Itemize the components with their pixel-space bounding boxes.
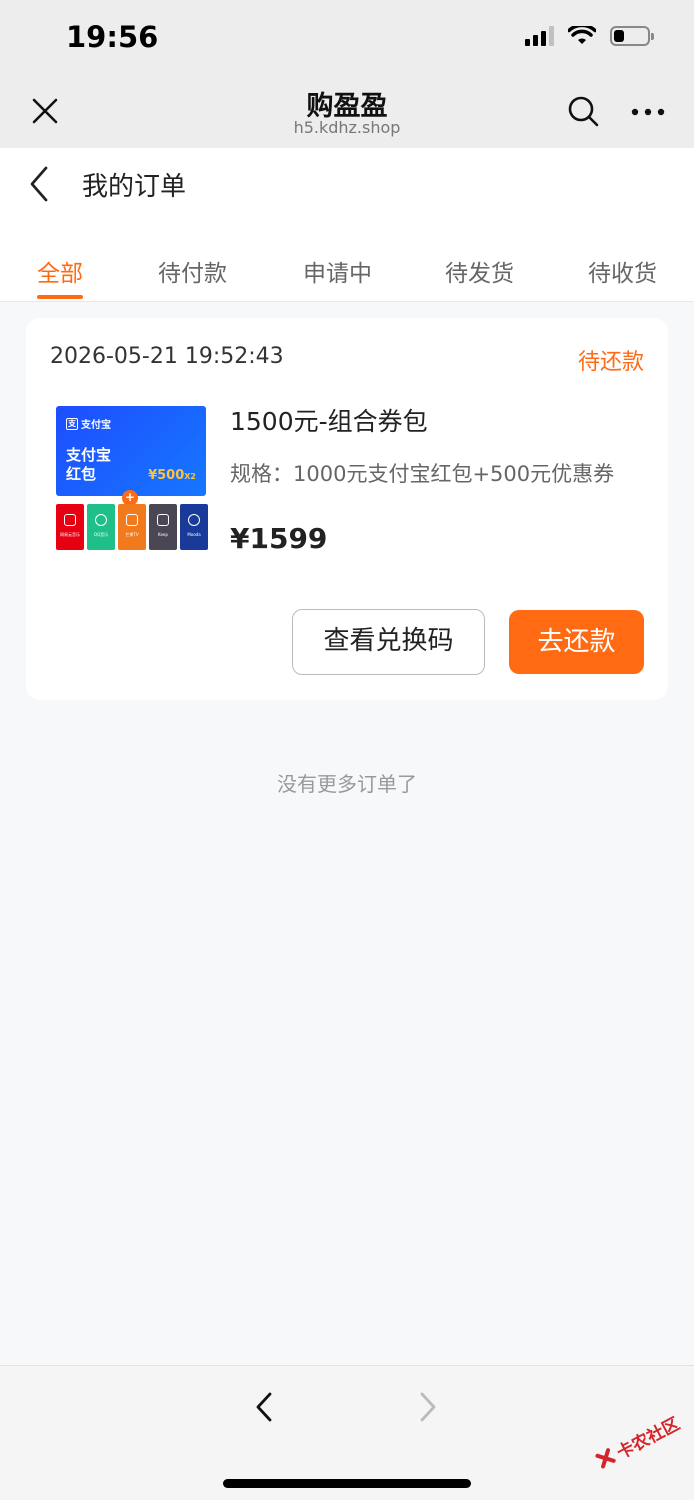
back-icon[interactable] (24, 164, 54, 204)
status-bar: 19:56 (0, 0, 694, 78)
active-tab-indicator (37, 295, 83, 299)
order-datetime: 2026-05-21 19:52:43 (50, 344, 284, 369)
order-status: 待还款 (577, 350, 644, 375)
keep-tile: Keep (149, 504, 177, 550)
product-name: 1500元-组合券包 (230, 407, 428, 436)
list-end-text: 没有更多订单了 (277, 772, 417, 796)
alipay-amount: ¥500X2 (148, 468, 196, 483)
product-spec: 规格：1000元支付宝红包+500元优惠券 (230, 462, 615, 486)
search-icon[interactable] (566, 94, 600, 128)
alipay-icon: 支 (66, 417, 78, 430)
chevron-right-icon[interactable] (416, 1390, 440, 1424)
battery-icon (610, 26, 654, 46)
cellular-signal-icon (525, 26, 554, 46)
netease-music-tile: 网易云音乐 (56, 504, 84, 550)
repay-button[interactable]: 去还款 (509, 610, 644, 674)
tab-pending-payment[interactable]: 待付款 (158, 254, 227, 288)
order-card[interactable]: 2026-05-21 19:52:43 待还款 支 支付宝 支付宝 红包 ¥50… (26, 318, 668, 700)
tab-pending-receipt[interactable]: 待收货 (588, 254, 657, 288)
page-header: 我的订单 (0, 148, 694, 228)
tab-all[interactable]: 全部 (37, 254, 83, 288)
membership-tiles: 网易云音乐 QQ音乐 芒果TV Keep Mooda (56, 504, 208, 550)
chevron-left-icon[interactable] (252, 1390, 276, 1424)
mango-tv-tile: 芒果TV (118, 504, 146, 550)
page-title: 我的订单 (82, 172, 187, 202)
home-indicator[interactable] (223, 1479, 471, 1488)
browser-bar: 购盈盈 h5.kdhz.shop (0, 78, 694, 148)
product-image[interactable]: 支 支付宝 支付宝 红包 ¥500X2 + 网易云音乐 QQ音乐 芒果TV Ke… (56, 406, 208, 554)
alipay-banner: 支 支付宝 支付宝 红包 ¥500X2 (56, 406, 206, 496)
order-tabs: 全部 待付款 申请中 待发货 待收货 (0, 228, 694, 302)
qq-music-tile: QQ音乐 (87, 504, 115, 550)
status-icons (525, 26, 654, 46)
status-time: 19:56 (66, 20, 159, 54)
view-code-button[interactable]: 查看兑换码 (292, 609, 485, 675)
product-price: ¥1599 (230, 522, 328, 555)
mooda-tile: Mooda (180, 504, 208, 550)
browser-bottom-bar (0, 1365, 694, 1500)
alipay-logo: 支 支付宝 (66, 417, 111, 431)
more-icon[interactable] (630, 102, 666, 122)
tab-applying[interactable]: 申请中 (303, 254, 372, 288)
wifi-icon (568, 26, 596, 44)
alipay-headline: 支付宝 红包 (66, 446, 112, 483)
tab-pending-shipment[interactable]: 待发货 (445, 254, 514, 288)
